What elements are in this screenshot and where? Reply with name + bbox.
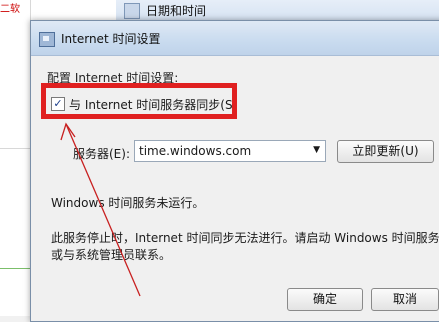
clock-icon [124, 3, 140, 19]
background-divider [0, 148, 30, 149]
dialog-body: 配置 Internet 时间设置: ✓ 与 Internet 时间服务器同步(S… [31, 56, 439, 321]
red-highlight-box [41, 83, 237, 119]
service-info-text: 或与系统管理员联系。 [51, 248, 172, 262]
background-left-text: 二软 [0, 4, 20, 15]
dialog-title: Internet 时间设置 [61, 32, 161, 46]
server-select[interactable]: time.windows.com ▼ [134, 140, 326, 162]
chevron-down-icon[interactable]: ▼ [313, 145, 320, 155]
cancel-button[interactable]: 取消 [371, 288, 439, 311]
update-now-button[interactable]: 立即更新(U) [337, 140, 434, 163]
service-info-text: 此服务停止时，Internet 时间同步无法进行。请启动 Windows 时间服… [51, 231, 439, 245]
background-window-title: 日期和时间 [146, 4, 207, 18]
service-status-text: Windows 时间服务未运行。 [51, 196, 205, 210]
server-value: time.windows.com [139, 144, 252, 158]
server-label: 服务器(E): [73, 147, 130, 161]
ok-button[interactable]: 确定 [287, 288, 363, 311]
background-green-line [0, 268, 30, 269]
internet-time-icon [39, 32, 55, 47]
internet-time-settings-dialog: Internet 时间设置 配置 Internet 时间设置: ✓ 与 Inte… [30, 20, 439, 322]
background-left-panel: 二软 [0, 0, 31, 316]
dialog-titlebar[interactable]: Internet 时间设置 [31, 21, 439, 56]
